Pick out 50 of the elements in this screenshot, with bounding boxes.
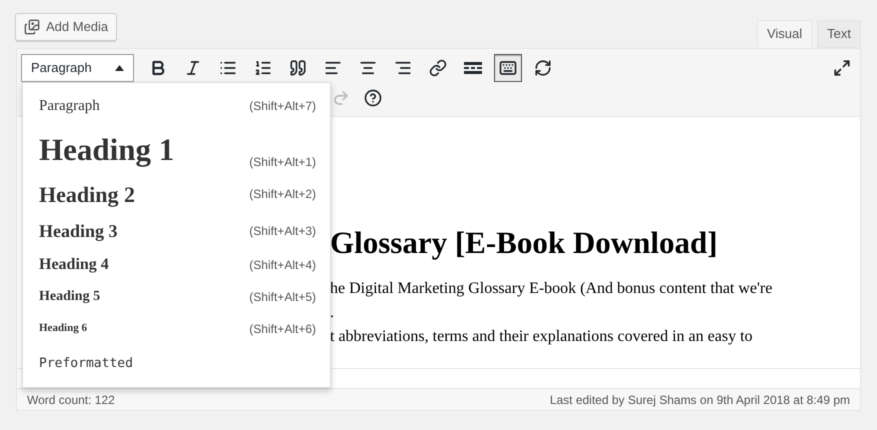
format-label: Heading 5	[39, 288, 100, 306]
shortcut-text: (Shift+Alt+7)	[249, 98, 316, 115]
shortcut-text: (Shift+Alt+2)	[249, 186, 316, 203]
quote-icon	[289, 59, 307, 77]
add-media-button[interactable]: Add Media	[15, 13, 118, 41]
media-icon	[24, 19, 40, 35]
keyboard-button[interactable]	[494, 54, 522, 82]
keyboard-icon	[499, 59, 517, 77]
bulleted-list-icon	[219, 59, 237, 77]
format-menu-item[interactable]: Heading 3 (Shift+Alt+3)	[23, 213, 330, 249]
format-menu-item[interactable]: Heading 4 (Shift+Alt+4)	[23, 249, 330, 281]
paragraph-line: t abbreviations, terms and their explanations covered in an easy to	[330, 327, 753, 347]
word-count: Word count: 122	[27, 392, 115, 408]
read-more-icon	[464, 62, 482, 74]
format-label: Heading 1	[39, 132, 174, 168]
format-label: Heading 6	[39, 321, 87, 336]
paragraph-line: he Digital Marketing Glossary E-book (And bonus content that we're	[330, 279, 772, 299]
format-label: Heading 2	[39, 180, 135, 209]
align-right-icon	[394, 59, 412, 77]
format-menu-item[interactable]: Heading 6 (Shift+Alt+6)	[23, 312, 330, 345]
last-edited-text: Last edited by Surej Shams on 9th April 2018 at 8:49 pm	[550, 392, 850, 408]
format-select[interactable]: Paragraph	[21, 54, 134, 82]
shortcut-text: (Shift+Alt+6)	[249, 320, 316, 338]
link-icon	[429, 59, 447, 77]
fullscreen-icon	[833, 59, 851, 77]
format-label: Paragraph	[39, 96, 100, 116]
format-label: Heading 4	[39, 255, 109, 275]
editor-tab[interactable]: Text	[817, 20, 861, 48]
align-left-icon	[324, 59, 342, 77]
shortcut-text: (Shift+Alt+5)	[249, 288, 316, 306]
shortcut-text: (Shift+Alt+1)	[249, 154, 316, 171]
help-icon	[364, 89, 382, 107]
format-label: Heading 3	[39, 220, 118, 243]
format-menu-item[interactable]: Heading 5 (Shift+Alt+5)	[23, 281, 330, 312]
format-menu-item[interactable]: Paragraph (Shift+Alt+7)	[23, 87, 330, 125]
editor-tab[interactable]: Visual	[756, 20, 812, 48]
align-center-icon	[359, 59, 377, 77]
shortcut-text: (Shift+Alt+3)	[249, 223, 316, 240]
format-label: Preformatted	[39, 355, 133, 374]
italic-icon	[184, 59, 202, 77]
redo-icon	[332, 89, 350, 107]
refresh-icon	[534, 59, 552, 77]
paragraph-line: .	[330, 303, 334, 323]
caret-icon	[115, 65, 124, 71]
post-heading: Glossary [E-Book Download]	[330, 224, 719, 262]
format-menu-item[interactable]: Preformatted	[23, 345, 330, 383]
shortcut-text: (Shift+Alt+4)	[249, 257, 316, 274]
format-menu-item[interactable]: Heading 2 (Shift+Alt+2)	[23, 175, 330, 213]
numbered-list-icon	[254, 59, 272, 77]
format-menu-item[interactable]: Heading 1 (Shift+Alt+1)	[23, 125, 330, 175]
